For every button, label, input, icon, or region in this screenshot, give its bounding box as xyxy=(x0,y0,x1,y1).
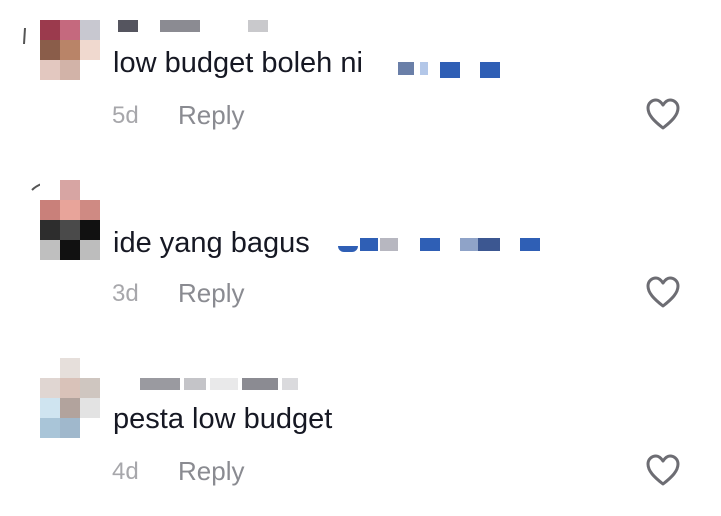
reply-button[interactable]: Reply xyxy=(178,279,244,307)
heart-outline-icon[interactable] xyxy=(645,97,681,131)
emoji-blob xyxy=(420,62,428,75)
emoji-blob xyxy=(478,238,500,251)
avatar-pixel xyxy=(80,358,100,378)
avatar-pixel xyxy=(80,180,100,200)
avatar-pixel xyxy=(40,378,60,398)
emoji-blob xyxy=(480,62,500,78)
avatar-pixel xyxy=(60,20,80,40)
reply-button[interactable]: Reply xyxy=(178,457,244,485)
avatar-pixel xyxy=(40,20,60,40)
avatar-pixel xyxy=(40,240,60,260)
avatar-pixel xyxy=(40,60,60,80)
avatar-pixel xyxy=(40,398,60,418)
avatar-pixel xyxy=(80,378,100,398)
avatar-pixel xyxy=(60,418,80,438)
emoji-blob xyxy=(380,238,398,251)
emoji-blob xyxy=(420,238,440,251)
username-blur xyxy=(118,20,138,32)
avatar-pixel xyxy=(60,220,80,240)
comment-text: low budget boleh ni xyxy=(113,47,363,79)
avatar-pixel xyxy=(80,398,100,418)
comment-time: 4d xyxy=(112,458,139,485)
comment-text: pesta low budget xyxy=(113,403,333,435)
emoji-blob xyxy=(460,238,478,251)
emoji-blob xyxy=(440,62,460,78)
avatar-pixel xyxy=(80,418,100,438)
username-redacted[interactable] xyxy=(118,20,268,34)
username-blur xyxy=(184,378,206,390)
emoji-blob xyxy=(338,246,358,252)
avatar-pixel xyxy=(60,60,80,80)
avatar-extra xyxy=(40,418,100,438)
avatar-pixel xyxy=(60,40,80,60)
avatar[interactable] xyxy=(40,358,100,418)
username-blur xyxy=(210,378,238,390)
avatar-pixel xyxy=(60,398,80,418)
username-blur xyxy=(140,378,180,390)
username-redacted[interactable] xyxy=(140,378,298,392)
comment-text: ide yang bagus xyxy=(113,227,310,259)
username-blur xyxy=(204,20,244,32)
avatar-pixel xyxy=(40,220,60,240)
avatar-pixel xyxy=(80,200,100,220)
comment-time: 5d xyxy=(112,102,139,129)
emoji-blob xyxy=(360,238,378,251)
username-blur xyxy=(242,378,278,390)
avatar-extra xyxy=(40,240,100,260)
avatar-pixel xyxy=(80,20,100,40)
comment-item: low budget boleh ni 5d Reply xyxy=(0,0,721,160)
emoji-blob xyxy=(520,238,540,251)
avatar-pixel xyxy=(60,200,80,220)
username-blur xyxy=(142,20,156,32)
reply-button[interactable]: Reply xyxy=(178,101,244,129)
emoji-blob xyxy=(398,62,414,75)
avatar-pixel xyxy=(40,40,60,60)
thread-line-icon xyxy=(23,28,26,44)
heart-outline-icon[interactable] xyxy=(645,275,681,309)
avatar-pixel xyxy=(40,180,60,200)
avatar-pixel xyxy=(60,358,80,378)
comment-item: pesta low budget 4d Reply xyxy=(0,356,721,516)
avatar-pixel xyxy=(80,60,100,80)
avatar-pixel xyxy=(80,220,100,240)
avatar-pixel xyxy=(60,240,80,260)
avatar[interactable] xyxy=(40,180,100,240)
avatar-pixel xyxy=(40,418,60,438)
comment-time: 3d xyxy=(112,280,139,307)
avatar-pixel xyxy=(60,378,80,398)
avatar-pixel xyxy=(60,180,80,200)
avatar-pixel xyxy=(80,40,100,60)
username-blur xyxy=(160,20,200,32)
heart-outline-icon[interactable] xyxy=(645,453,681,487)
avatar-pixel xyxy=(40,358,60,378)
comment-item: ide yang bagus 3d Reply xyxy=(0,178,721,338)
avatar[interactable] xyxy=(40,20,100,80)
avatar-pixel xyxy=(80,240,100,260)
username-blur xyxy=(282,378,298,390)
username-blur xyxy=(248,20,268,32)
avatar-pixel xyxy=(40,200,60,220)
